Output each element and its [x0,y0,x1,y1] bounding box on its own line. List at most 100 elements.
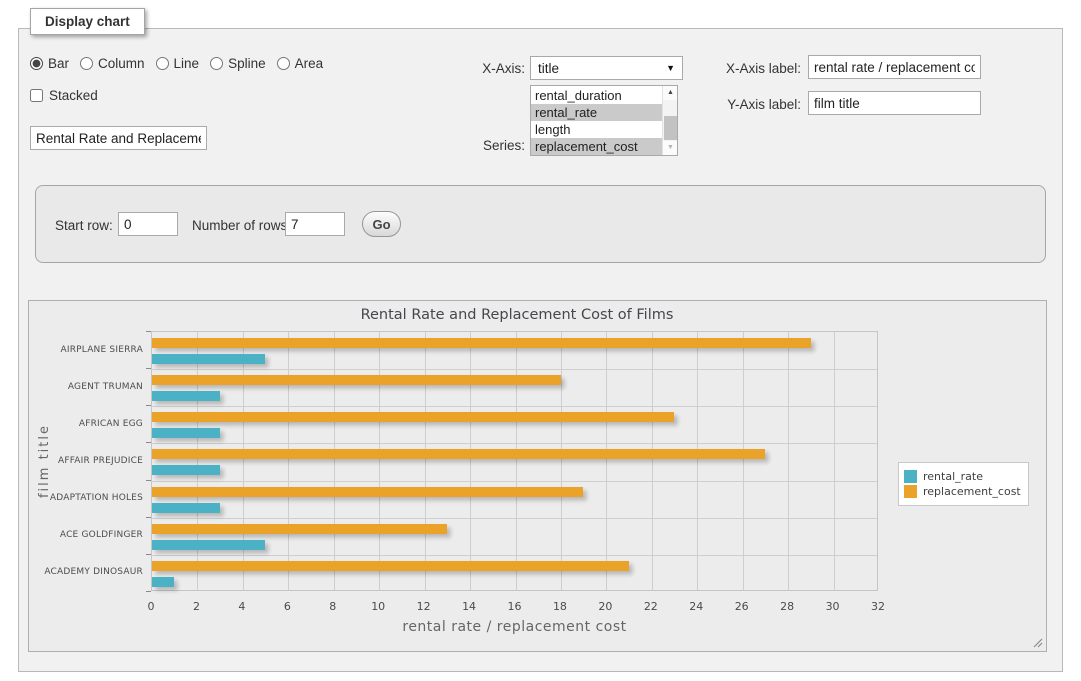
bar-rental_rate [152,503,220,513]
category-label: AIRPLANE SIERRA [31,345,143,355]
go-button[interactable]: Go [362,211,401,237]
vertical-gridline [425,332,426,590]
series-option-replacement_cost[interactable]: replacement_cost [531,138,662,155]
y-tick-mark [146,554,151,555]
y-tick-mark [146,517,151,518]
fieldset-legend: Display chart [30,8,145,35]
x-tick-label: 0 [148,600,155,613]
x-axis-selected-value: title [538,61,666,76]
chart-type-option-area: Area [277,56,324,71]
bar-rental_rate [152,540,265,550]
x-tick-label: 8 [329,600,336,613]
x-tick-label: 14 [462,600,476,613]
vertical-gridline [834,332,835,590]
bar-replacement_cost [152,449,765,459]
chart-title-input[interactable] [30,126,207,150]
scrollbar-thumb[interactable] [664,116,677,140]
series-options: rental_durationrental_ratelengthreplacem… [531,87,662,155]
vertical-gridline [243,332,244,590]
category-label: ACADEMY DINOSAUR [31,567,143,577]
bar-replacement_cost [152,375,561,385]
bar-replacement_cost [152,524,447,534]
chart-type-radio-area[interactable] [277,57,290,70]
category-label: AFFAIR PREJUDICE [31,456,143,466]
legend-entry-rental_rate: rental_rate [904,470,1021,483]
y-tick-mark [146,480,151,481]
series-option-rental_duration[interactable]: rental_duration [531,87,662,104]
resize-handle-icon[interactable] [1031,636,1043,648]
x-tick-label: 20 [598,600,612,613]
dropdown-arrow-icon: ▼ [666,63,675,73]
chart-type-text-area: Area [295,56,324,71]
bar-replacement_cost [152,338,811,348]
category-label: ADAPTATION HOLES [31,493,143,503]
chart-container: Rental Rate and Replacement Cost of Film… [28,300,1047,652]
vertical-gridline [697,332,698,590]
start-row-label: Start row: [55,218,113,233]
category-label: AGENT TRUMAN [31,382,143,392]
series-scrollbar[interactable]: ▲ ▼ [662,86,677,155]
chart-type-text-spline: Spline [228,56,266,71]
vertical-gridline [334,332,335,590]
x-tick-label: 30 [826,600,840,613]
vertical-gridline [606,332,607,590]
x-axis-label-caption: X-Axis label: [706,61,801,76]
chart-type-option-line: Line [156,56,200,71]
scroll-down-icon[interactable]: ▼ [663,141,678,155]
horizontal-gridline [152,369,877,370]
x-axis-select[interactable]: title ▼ [530,56,683,80]
vertical-gridline [197,332,198,590]
bar-replacement_cost [152,561,629,571]
chart-type-option-spline: Spline [210,56,266,71]
y-axis-label-caption: Y-Axis label: [706,97,801,112]
series-label: Series: [455,138,525,153]
stacked-label: Stacked [49,88,98,103]
chart-type-text-column: Column [98,56,145,71]
y-tick-mark [146,591,151,592]
y-axis-label-input[interactable] [808,91,981,115]
vertical-gridline [788,332,789,590]
x-tick-label: 16 [508,600,522,613]
chart-type-option-column: Column [80,56,145,71]
chart-type-radio-bar[interactable] [30,57,43,70]
legend-swatch-replacement_cost [904,485,917,498]
x-axis-label-input[interactable] [808,55,981,79]
horizontal-gridline [152,443,877,444]
series-option-rental_rate[interactable]: rental_rate [531,104,662,121]
x-tick-label: 4 [238,600,245,613]
chart-type-radio-line[interactable] [156,57,169,70]
chart-type-radio-spline[interactable] [210,57,223,70]
num-rows-input[interactable] [285,212,345,236]
legend-swatch-rental_rate [904,470,917,483]
horizontal-gridline [152,518,877,519]
series-option-length[interactable]: length [531,121,662,138]
legend-entry-replacement_cost: replacement_cost [904,485,1021,498]
series-listbox[interactable]: rental_durationrental_ratelengthreplacem… [530,85,678,156]
horizontal-gridline [152,555,877,556]
x-tick-label: 18 [553,600,567,613]
scroll-up-icon[interactable]: ▲ [663,86,678,100]
row-range-panel [35,185,1046,263]
chart-title: Rental Rate and Replacement Cost of Film… [29,307,1005,323]
chart-type-option-bar: Bar [30,56,69,71]
horizontal-gridline [152,406,877,407]
stacked-checkbox[interactable] [30,89,43,102]
bar-replacement_cost [152,487,583,497]
start-row-input[interactable] [118,212,178,236]
vertical-gridline [652,332,653,590]
bar-rental_rate [152,465,220,475]
chart-type-radio-column[interactable] [80,57,93,70]
x-tick-label: 26 [735,600,749,613]
chart-legend: rental_rate replacement_cost [898,462,1029,506]
num-rows-label: Number of rows: [192,218,291,233]
x-tick-label: 22 [644,600,658,613]
vertical-gridline [743,332,744,590]
plot-area [151,331,878,591]
x-tick-label: 24 [689,600,703,613]
vertical-gridline [379,332,380,590]
x-tick-label: 10 [371,600,385,613]
chart-type-text-line: Line [174,56,200,71]
x-axis-title: rental rate / replacement cost [151,619,878,635]
bar-rental_rate [152,577,174,587]
x-tick-label: 28 [780,600,794,613]
